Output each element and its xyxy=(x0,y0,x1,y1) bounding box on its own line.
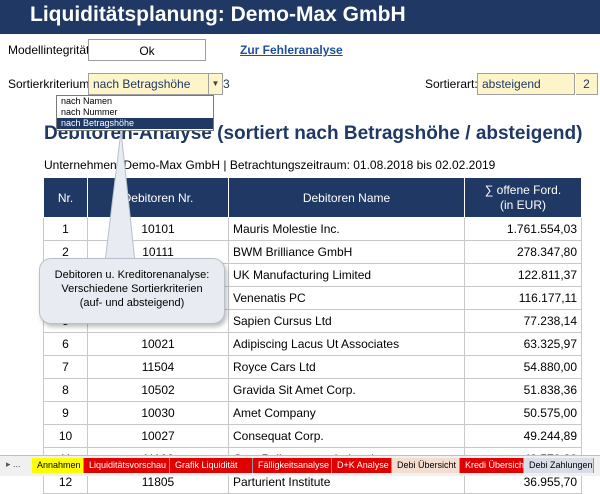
cell-debtor-name: Venenatis PC xyxy=(228,286,465,310)
debtor-table: Nr. Debitoren Nr. Debitoren Name ∑ offen… xyxy=(43,177,582,494)
sort-order-index: 2 xyxy=(576,73,598,95)
sheet-tab[interactable]: Debi Übersicht xyxy=(392,458,460,473)
cell-debtor-nr: 10502 xyxy=(87,378,229,402)
table-header-row: Nr. Debitoren Nr. Debitoren Name ∑ offen… xyxy=(43,177,582,218)
sheet-tab[interactable]: Annahmen xyxy=(32,458,84,473)
cell-debtor-nr: 10021 xyxy=(87,332,229,356)
cell-open-amount: 278.347,80 xyxy=(464,240,582,264)
sort-criterion-label: Sortierkriterium: xyxy=(8,77,93,91)
cell-debtor-nr: 10027 xyxy=(87,424,229,448)
table-row: 7 11504 Royce Cars Ltd 54.880,00 xyxy=(43,355,582,379)
model-integrity-label: Modellintegrität: xyxy=(8,43,93,57)
sheet-tab-bar: ▸ ... Annahmen Liquiditätsvorschau Grafik … xyxy=(0,455,600,476)
callout-line-2: Verschiedene Sortierkriterien xyxy=(61,283,203,295)
cell-nr: 8 xyxy=(43,378,88,402)
col-header-open-receivables-line1: ∑ offene Ford. xyxy=(484,182,562,197)
cell-debtor-name: Consequat Corp. xyxy=(228,424,465,448)
sheet-tab[interactable]: D+K Analyse xyxy=(332,458,392,473)
sort-criterion-select[interactable]: nach Betragshöhe xyxy=(88,73,209,95)
callout-line-1: Debitoren u. Kreditorenanalyse: xyxy=(54,269,210,281)
sort-order-label: Sortierart: xyxy=(425,77,478,91)
sheet-tab[interactable]: Grafik Liquidität xyxy=(170,458,253,473)
app-header: Liquiditätsplanung: Demo-Max GmbH xyxy=(0,0,600,34)
cell-open-amount: 54.880,00 xyxy=(464,355,582,379)
table-row: 9 10030 Amet Company 50.575,00 xyxy=(43,401,582,425)
callout-line-3: (auf- und absteigend) xyxy=(79,297,185,309)
sort-criterion-index: 3 xyxy=(223,77,230,91)
sort-criterion-dropdown[interactable]: nach Namen nach Nummer nach Betragshöhe xyxy=(56,95,214,131)
table-row: 10 10027 Consequat Corp. 49.244,89 xyxy=(43,424,582,448)
chevron-down-icon[interactable]: ▼ xyxy=(209,73,223,95)
cell-debtor-name: Sapien Cursus Ltd xyxy=(228,309,465,333)
cell-open-amount: 49.244,89 xyxy=(464,424,582,448)
col-header-debtor-nr: Debitoren Nr. xyxy=(87,177,229,218)
page-title: Liquiditätsplanung: Demo-Max GmbH xyxy=(30,3,406,26)
cell-debtor-name: Royce Cars Ltd xyxy=(228,355,465,379)
cell-debtor-name: Mauris Molestie Inc. xyxy=(228,217,465,241)
sort-order-select[interactable]: absteigend xyxy=(477,73,575,95)
model-integrity-status: Ok xyxy=(88,39,206,61)
cell-nr: 6 xyxy=(43,332,88,356)
sheet-tab[interactable]: Fälligkeitsanalyse xyxy=(253,458,332,473)
cell-open-amount: 51.838,36 xyxy=(464,378,582,402)
col-header-debtor-name: Debitoren Name xyxy=(228,177,465,218)
table-row: 1 10101 Mauris Molestie Inc. 1.761.554,03 xyxy=(43,217,582,241)
col-header-open-receivables-line2: (in EUR) xyxy=(499,197,546,212)
dropdown-option-names[interactable]: nach Namen xyxy=(57,96,213,107)
cell-nr: 10 xyxy=(43,424,88,448)
col-header-open-receivables: ∑ offene Ford. (in EUR) xyxy=(464,177,582,218)
callout-note: Debitoren u. Kreditorenanalyse: Verschie… xyxy=(39,258,225,324)
cell-debtor-name: Adipiscing Lacus Ut Associates xyxy=(228,332,465,356)
cell-debtor-name: UK Manufacturing Limited xyxy=(228,263,465,287)
cell-open-amount: 77.238,14 xyxy=(464,309,582,333)
cell-open-amount: 116.177,11 xyxy=(464,286,582,310)
tab-scroll-nav[interactable]: ▸ ... xyxy=(6,459,21,470)
sheet-tab[interactable]: Liquiditätsvorschau xyxy=(84,458,170,473)
col-header-nr: Nr. xyxy=(43,177,88,218)
company-period-info: Unternehmen: Demo-Max GmbH | Betrachtung… xyxy=(44,158,496,172)
error-analysis-link[interactable]: Zur Fehleranalyse xyxy=(240,43,343,57)
cell-open-amount: 63.325,97 xyxy=(464,332,582,356)
cell-nr: 7 xyxy=(43,355,88,379)
dropdown-option-amount[interactable]: nach Betragshöhe xyxy=(57,118,213,129)
sheet-tab[interactable]: Debi Zahlungen xyxy=(524,458,594,473)
dropdown-option-number[interactable]: nach Nummer xyxy=(57,107,213,118)
cell-debtor-nr: 10030 xyxy=(87,401,229,425)
sheet-tab[interactable]: Kredi Übersicht xyxy=(460,458,527,473)
cell-open-amount: 50.575,00 xyxy=(464,401,582,425)
cell-debtor-name: Amet Company xyxy=(228,401,465,425)
cell-debtor-nr: 10101 xyxy=(87,217,229,241)
cell-debtor-name: Gravida Sit Amet Corp. xyxy=(228,378,465,402)
cell-debtor-name: BWM Brilliance GmbH xyxy=(228,240,465,264)
cell-open-amount: 1.761.554,03 xyxy=(464,217,582,241)
cell-open-amount: 122.811,37 xyxy=(464,263,582,287)
cell-debtor-nr: 11504 xyxy=(87,355,229,379)
table-row: 6 10021 Adipiscing Lacus Ut Associates 63.3… xyxy=(43,332,582,356)
cell-nr: 1 xyxy=(43,217,88,241)
table-row: 8 10502 Gravida Sit Amet Corp. 51.838,36 xyxy=(43,378,582,402)
cell-nr: 9 xyxy=(43,401,88,425)
